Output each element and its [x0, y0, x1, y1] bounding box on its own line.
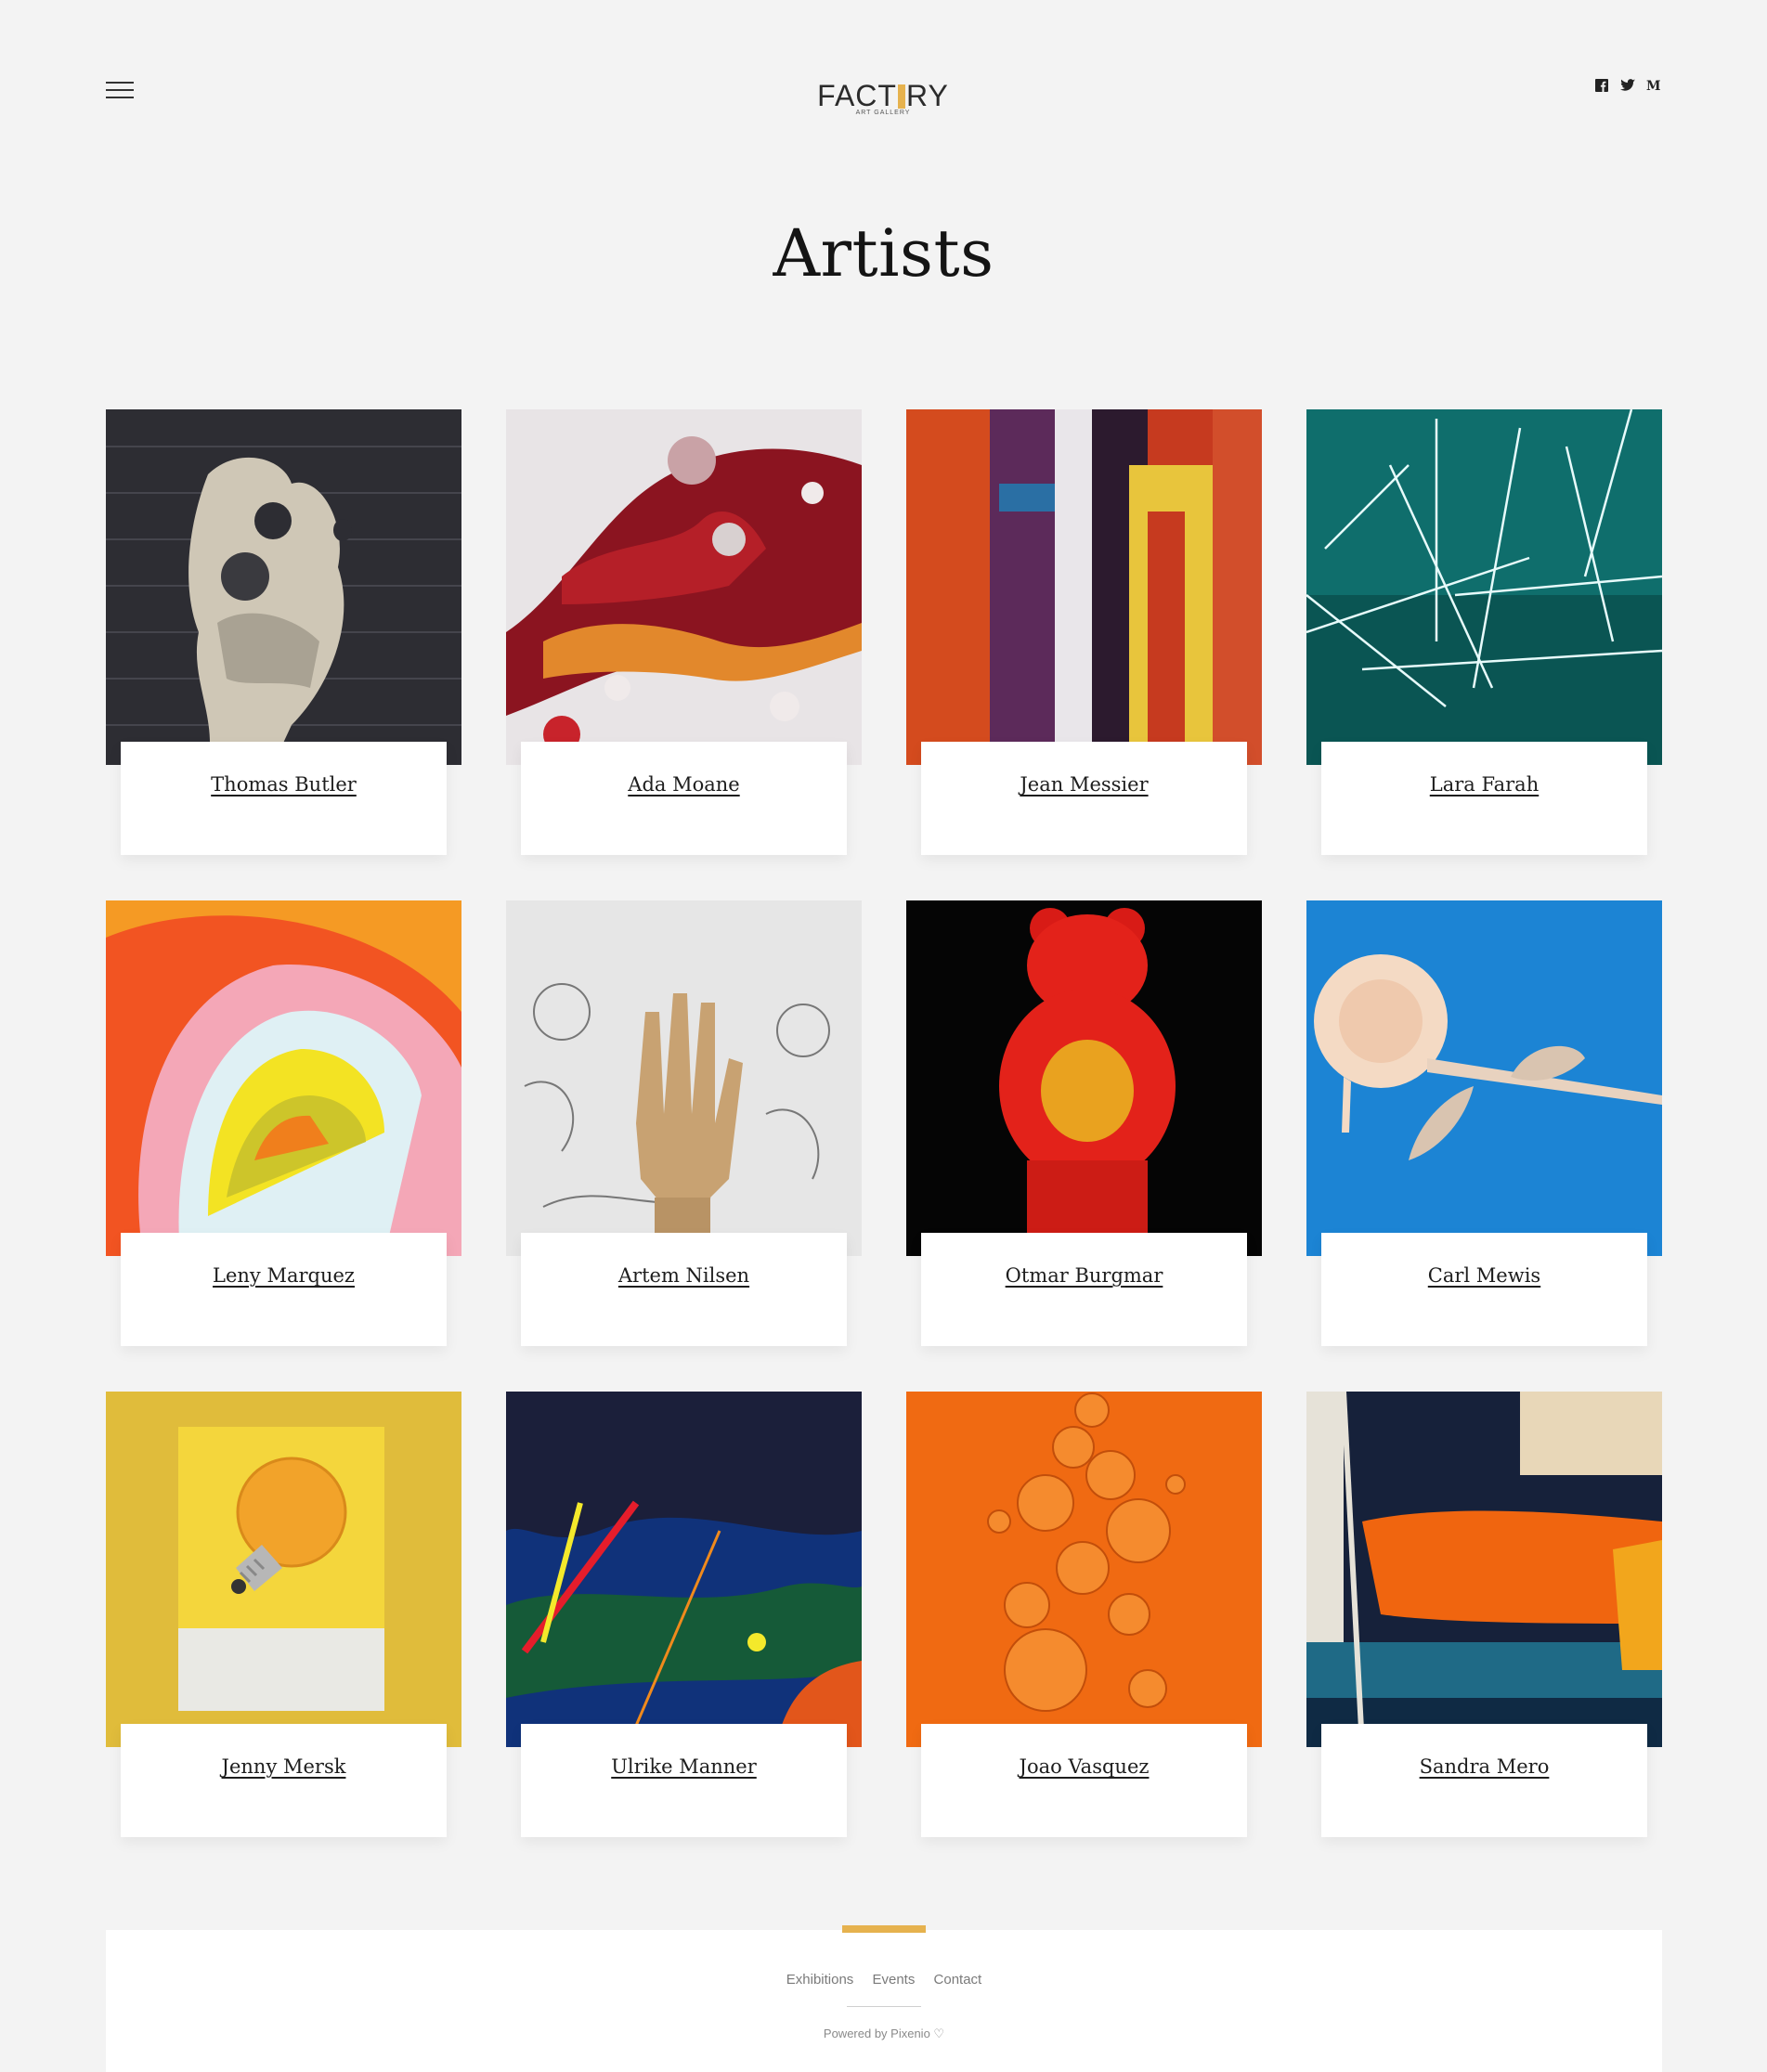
svg-text:M: M [1646, 79, 1661, 92]
artist-label-box: Jean Messier [921, 742, 1247, 855]
artist-card[interactable]: Jean Messier [906, 409, 1262, 855]
artist-card[interactable]: Artem Nilsen [506, 900, 862, 1346]
artist-name-link[interactable]: Ulrike Manner [521, 1755, 847, 1778]
artist-label-box: Ada Moane [521, 742, 847, 855]
footer-nav: Exhibitions Events Contact [106, 1972, 1662, 1988]
artist-name-link[interactable]: Carl Mewis [1321, 1264, 1647, 1287]
artist-image[interactable] [506, 1392, 862, 1747]
artist-card[interactable]: Ada Moane [506, 409, 862, 855]
artist-name-link[interactable]: Otmar Burgmar [921, 1264, 1247, 1287]
footer-link-events[interactable]: Events [872, 1972, 915, 1988]
logo-square-icon [897, 84, 905, 109]
artist-image[interactable] [106, 409, 461, 765]
footer-divider [847, 2006, 921, 2007]
artist-card[interactable]: Jenny Mersk [106, 1392, 461, 1837]
logo-text-left: FACT [817, 79, 897, 112]
artist-card[interactable]: Ulrike Manner [506, 1392, 862, 1837]
artist-image[interactable] [506, 900, 862, 1256]
artist-label-box: Otmar Burgmar [921, 1233, 1247, 1346]
artist-name-link[interactable]: Lara Farah [1321, 773, 1647, 796]
artist-label-box: Artem Nilsen [521, 1233, 847, 1346]
artist-name-link[interactable]: Sandra Mero [1321, 1755, 1647, 1778]
artist-image[interactable] [906, 409, 1262, 765]
footer-link-exhibitions[interactable]: Exhibitions [786, 1972, 854, 1988]
artist-name-link[interactable]: Leny Marquez [121, 1264, 447, 1287]
hamburger-menu-icon[interactable] [106, 82, 134, 100]
artist-card[interactable]: Sandra Mero [1306, 1392, 1662, 1837]
artist-label-box: Carl Mewis [1321, 1233, 1647, 1346]
artist-label-box: Joao Vasquez [921, 1724, 1247, 1837]
logo-text-right: RY [905, 79, 949, 112]
artist-image[interactable] [1306, 409, 1662, 765]
artist-image[interactable] [1306, 1392, 1662, 1747]
artist-name-link[interactable]: Joao Vasquez [921, 1755, 1247, 1778]
artist-image[interactable] [106, 900, 461, 1256]
site-logo[interactable]: FACT RY ART GALLERY [817, 80, 948, 119]
page-title: Artists [773, 215, 994, 291]
artist-label-box: Lara Farah [1321, 742, 1647, 855]
powered-by: Powered by Pixenio ♡ [823, 2027, 945, 2040]
artist-label-box: Jenny Mersk [121, 1724, 447, 1837]
artist-name-link[interactable]: Thomas Butler [121, 773, 447, 796]
facebook-icon[interactable] [1594, 78, 1609, 93]
artist-image[interactable] [906, 1392, 1262, 1747]
artist-card[interactable]: Carl Mewis [1306, 900, 1662, 1346]
footer-link-contact[interactable]: Contact [934, 1972, 982, 1988]
twitter-icon[interactable] [1620, 78, 1635, 93]
artist-card[interactable]: Leny Marquez [106, 900, 461, 1346]
artist-image[interactable] [106, 1392, 461, 1747]
artist-image[interactable] [1306, 900, 1662, 1256]
artist-name-link[interactable]: Jean Messier [921, 773, 1247, 796]
artist-name-link[interactable]: Artem Nilsen [521, 1264, 847, 1287]
artist-label-box: Sandra Mero [1321, 1724, 1647, 1837]
artist-image[interactable] [906, 900, 1262, 1256]
artist-label-box: Ulrike Manner [521, 1724, 847, 1837]
artist-label-box: Thomas Butler [121, 742, 447, 855]
footer-accent-bar [842, 1925, 926, 1933]
artist-card[interactable]: Joao Vasquez [906, 1392, 1262, 1837]
artist-card[interactable]: Thomas Butler [106, 409, 461, 855]
artist-image[interactable] [506, 409, 862, 765]
artist-label-box: Leny Marquez [121, 1233, 447, 1346]
artist-name-link[interactable]: Ada Moane [521, 773, 847, 796]
artist-card[interactable]: Lara Farah [1306, 409, 1662, 855]
site-header: FACT RY ART GALLERY M [0, 0, 1767, 149]
artist-card[interactable]: Otmar Burgmar [906, 900, 1262, 1346]
site-footer: Exhibitions Events Contact Powered by Pi… [106, 1925, 1662, 2072]
artist-name-link[interactable]: Jenny Mersk [121, 1755, 447, 1778]
medium-icon[interactable]: M [1646, 78, 1661, 93]
social-links: M [1594, 78, 1661, 93]
